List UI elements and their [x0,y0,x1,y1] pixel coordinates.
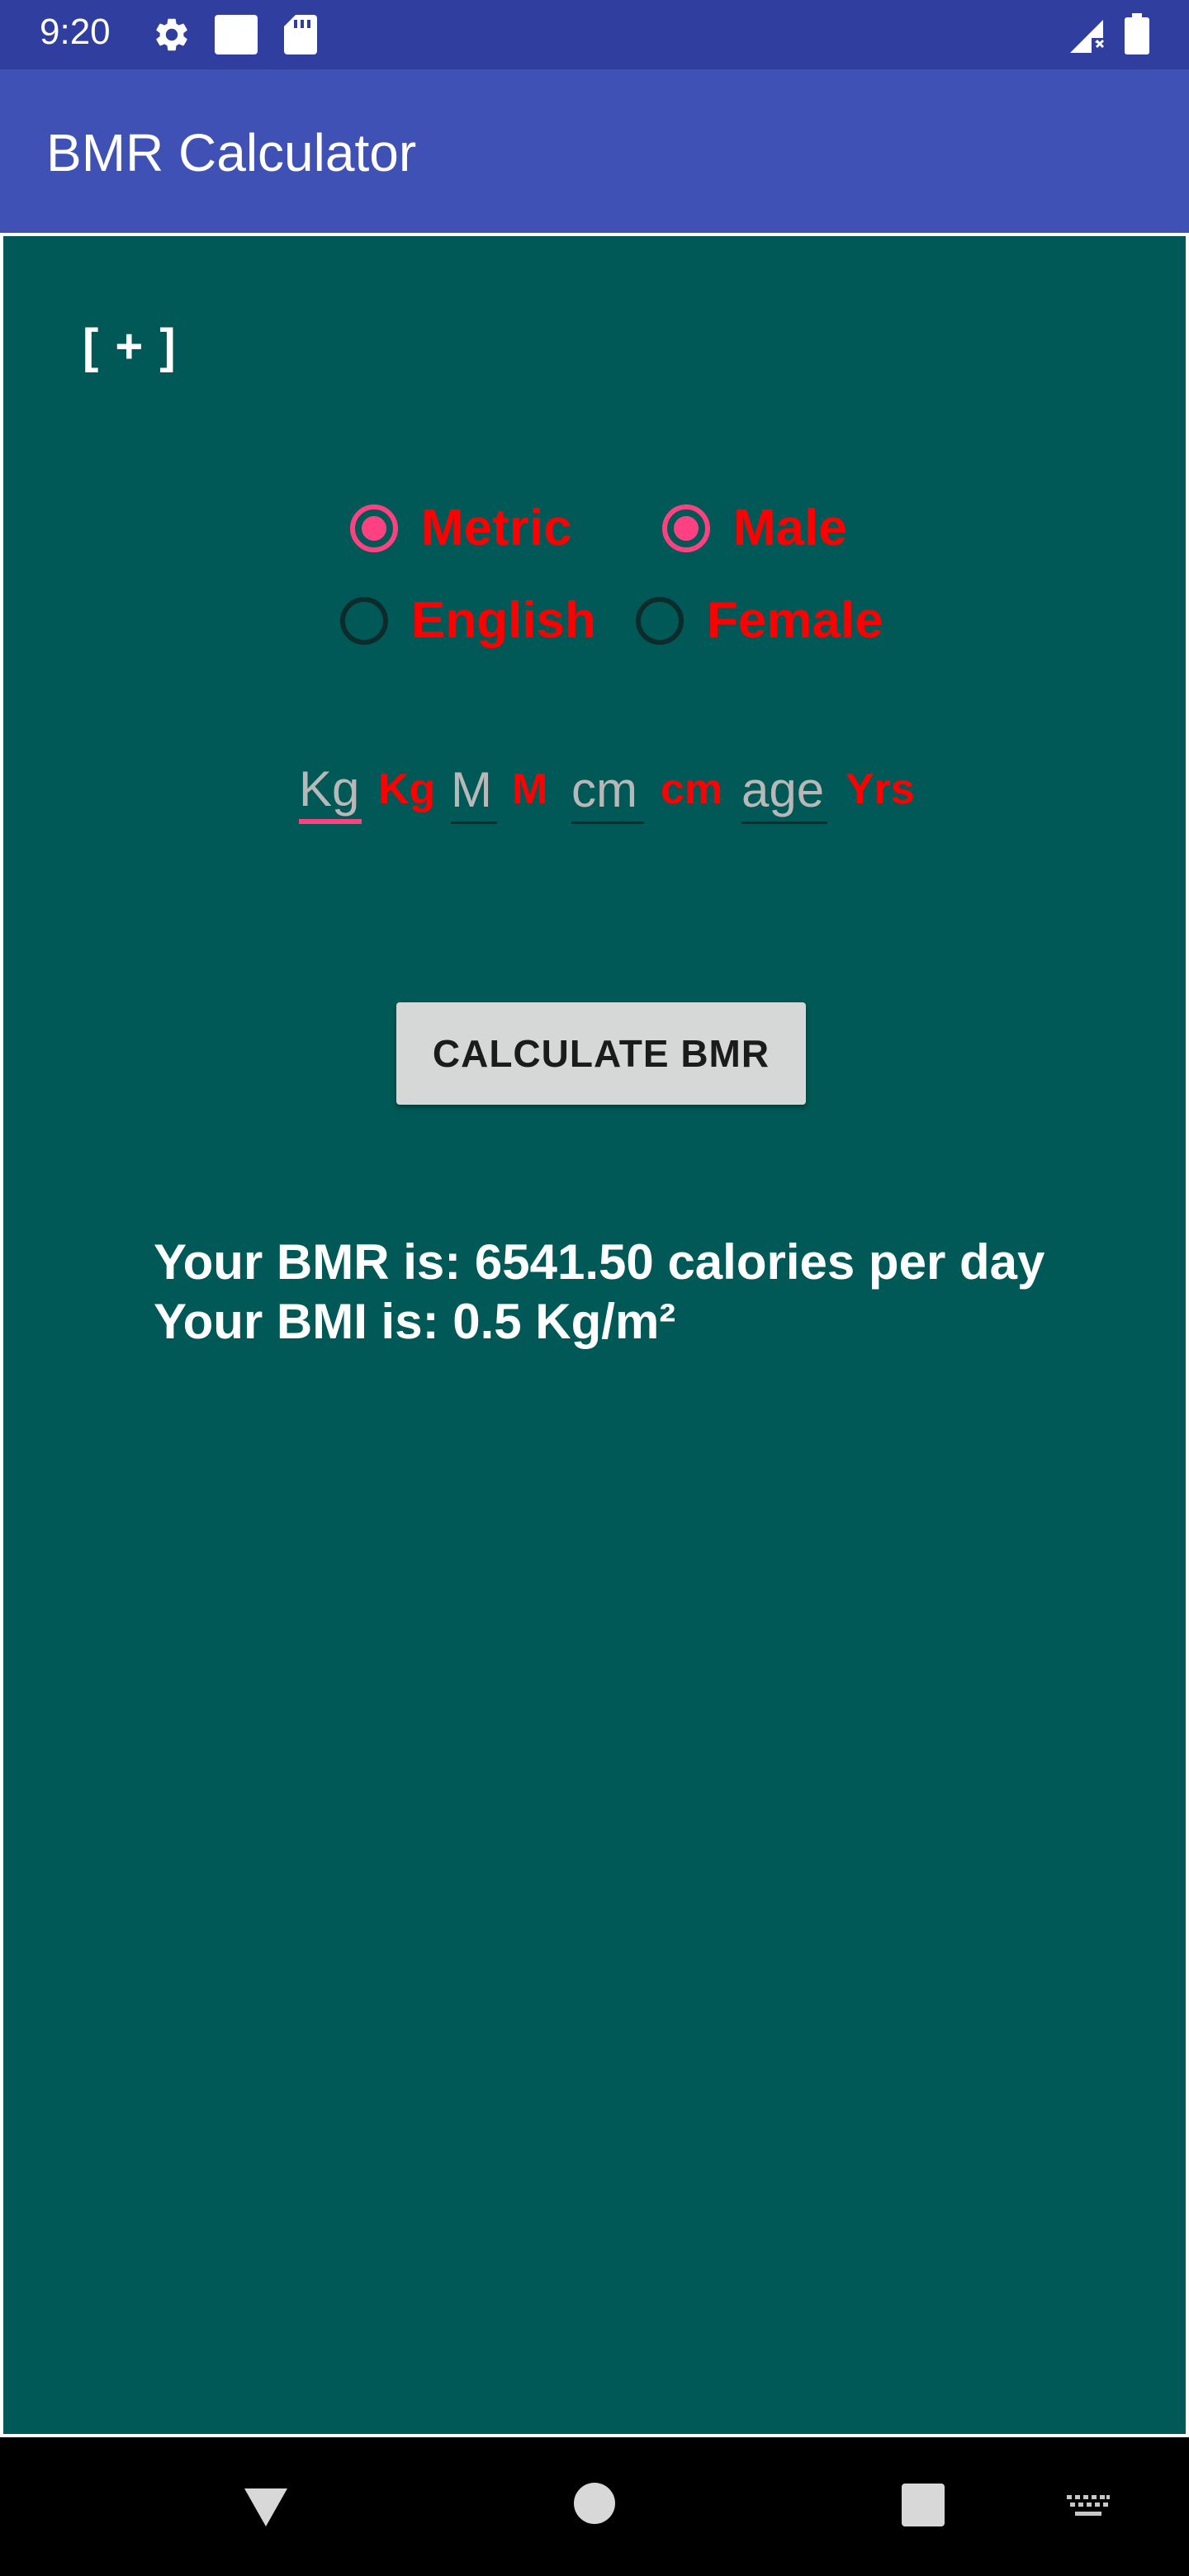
radio-male-indicator[interactable] [662,504,710,552]
screen: 9:20 BMR Calculator [+] Metric English… [0,0,1189,2576]
bmi-result-text: Your BMI is: 0.5 Kg/m² [154,1294,676,1349]
radio-metric[interactable]: Metric [350,499,572,557]
radio-female[interactable]: Female [636,591,883,650]
height-meters-unit-label: M [512,765,548,813]
battery-icon [1125,13,1149,59]
radio-metric-indicator[interactable] [350,504,398,552]
weight-unit-label: Kg [378,765,436,813]
age-input[interactable] [741,758,827,824]
status-time: 9:20 [40,12,111,52]
radio-female-label: Female [707,592,883,649]
height-cm-input[interactable] [571,758,644,824]
radio-english-indicator[interactable] [340,596,388,645]
recents-icon[interactable] [900,2482,946,2532]
square-notification-icon [215,15,258,59]
bmr-result-text: Your BMR is: 6541.50 calories per day [154,1234,1045,1290]
weight-input[interactable] [299,758,362,824]
radio-metric-label: Metric [421,500,572,556]
status-bar: 9:20 [0,0,1189,69]
radio-english-label: English [411,592,596,649]
radio-male-label: Male [733,500,847,556]
keyboard-icon[interactable] [1065,2492,1111,2529]
gear-icon [152,15,192,59]
home-icon[interactable] [573,2482,616,2529]
height-meters-input[interactable] [451,758,497,824]
app-title: BMR Calculator [46,123,417,182]
signal-icon [1067,17,1106,60]
radio-male[interactable]: Male [662,499,847,557]
main-content: [ + ] Metric English Male Female Kg M cm… [0,233,1189,2437]
calculate-bmr-button[interactable]: CALCULATE BMR [396,1002,806,1105]
radio-english[interactable]: English [340,591,596,650]
back-icon[interactable] [241,2482,291,2536]
expand-toggle-button[interactable]: [ + ] [83,319,178,374]
radio-female-indicator[interactable] [636,596,684,645]
height-cm-unit-label: cm [661,765,723,813]
sd-card-icon [284,15,317,59]
navigation-bar [0,2437,1189,2576]
app-bar: BMR Calculator [0,69,1189,233]
age-unit-label: Yrs [846,765,915,813]
